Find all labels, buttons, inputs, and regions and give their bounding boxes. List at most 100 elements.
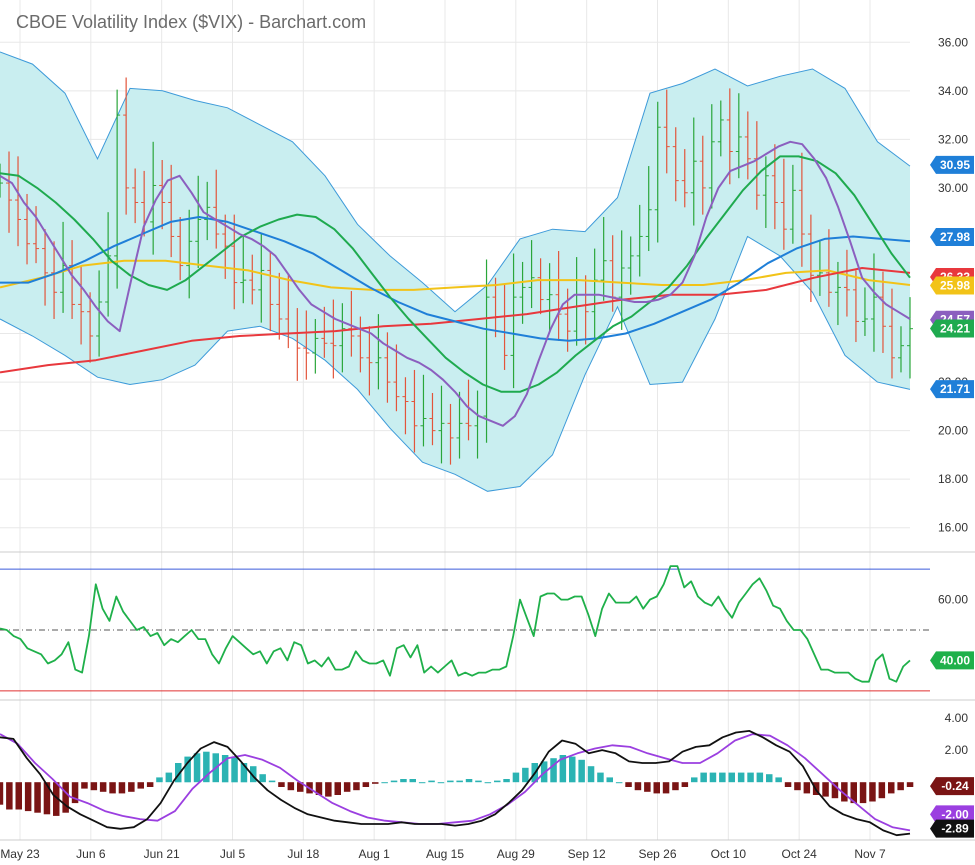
date-tick-label: Aug 29 xyxy=(497,847,535,861)
chart-title: CBOE Volatility Index ($VIX) - Barchart.… xyxy=(16,12,366,32)
price-badge-text: 25.98 xyxy=(940,278,970,292)
rsi-badge-text: 40.00 xyxy=(940,653,970,667)
macd-histogram-bar xyxy=(803,782,811,794)
macd-badge-text: -2.00 xyxy=(941,807,969,821)
macd-histogram-bar xyxy=(456,780,463,783)
macd-histogram-bar xyxy=(569,756,576,783)
price-badge-text: 24.21 xyxy=(940,321,970,335)
macd-histogram-bar xyxy=(888,782,895,794)
macd-histogram-bar xyxy=(390,780,398,783)
macd-value-badge: -0.24 xyxy=(930,777,974,796)
date-tick-label: Oct 24 xyxy=(781,847,817,861)
macd-histogram-bar xyxy=(878,782,886,799)
chart-container: 36.0034.0032.0030.0028.0026.0024.0022.00… xyxy=(0,0,975,865)
macd-tick-label: 4.00 xyxy=(945,711,969,725)
macd-histogram-bar xyxy=(231,756,238,783)
macd-histogram-bar xyxy=(372,782,379,784)
price-value-badge: 30.95 xyxy=(930,155,974,174)
macd-histogram-bar xyxy=(437,782,445,784)
macd-histogram-bar xyxy=(691,777,698,783)
price-tick-label: 18.00 xyxy=(938,472,968,486)
macd-histogram-bar xyxy=(400,779,407,783)
macd-histogram-bar xyxy=(737,772,745,783)
price-value-badge: 25.98 xyxy=(930,276,974,295)
macd-histogram-bar xyxy=(24,782,32,812)
date-tick-label: Jun 6 xyxy=(76,847,106,861)
macd-histogram-bar xyxy=(6,782,13,810)
price-badge-text: 30.95 xyxy=(940,158,970,172)
macd-tick-label: 2.00 xyxy=(945,743,969,757)
price-tick-label: 36.00 xyxy=(938,35,968,49)
price-tick-label: 34.00 xyxy=(938,84,968,98)
macd-histogram-bar xyxy=(522,767,529,783)
macd-histogram-bar xyxy=(709,772,717,783)
macd-histogram-bar xyxy=(869,782,876,802)
macd-histogram-bar xyxy=(784,782,792,787)
macd-histogram-bar xyxy=(606,777,613,783)
macd-histogram-bar xyxy=(118,782,126,794)
macd-histogram-bar xyxy=(719,772,726,783)
macd-histogram-bar xyxy=(494,780,501,783)
date-tick-label: Aug 15 xyxy=(426,847,464,861)
rsi-value-badge: 40.00 xyxy=(930,651,974,670)
macd-histogram-bar xyxy=(325,782,332,797)
macd-histogram-bar xyxy=(475,780,482,783)
price-tick-label: 16.00 xyxy=(938,521,968,535)
macd-histogram-bar xyxy=(644,782,651,792)
date-tick-label: Sep 26 xyxy=(638,847,676,861)
macd-histogram-bar xyxy=(756,772,764,783)
macd-histogram-bar xyxy=(747,772,754,783)
macd-histogram-bar xyxy=(0,782,4,805)
macd-histogram-bar xyxy=(99,782,107,792)
macd-histogram-bar xyxy=(381,782,388,784)
macd-histogram-bar xyxy=(634,782,642,791)
macd-histogram-bar xyxy=(662,782,670,794)
macd-histogram-bar xyxy=(906,782,914,787)
date-tick-label: Jun 21 xyxy=(144,847,180,861)
macd-histogram-bar xyxy=(503,779,510,783)
macd-histogram-bar xyxy=(418,782,426,784)
macd-histogram-bar xyxy=(128,782,135,792)
macd-histogram-bar xyxy=(550,758,557,783)
macd-badge-text: -0.24 xyxy=(941,779,969,793)
macd-histogram-bar xyxy=(672,782,679,791)
macd-histogram-bar xyxy=(681,782,689,787)
macd-histogram-bar xyxy=(775,777,782,783)
macd-histogram-bar xyxy=(137,782,144,789)
macd-histogram-bar xyxy=(259,774,266,783)
price-badge-text: 21.71 xyxy=(940,382,970,396)
date-tick-label: Oct 10 xyxy=(711,847,747,861)
rsi-tick-label: 60.00 xyxy=(938,593,968,607)
macd-histogram-bar xyxy=(512,772,520,783)
macd-histogram-bar xyxy=(428,780,435,783)
macd-histogram-bar xyxy=(15,782,22,810)
macd-histogram-bar xyxy=(334,782,341,795)
macd-histogram-bar xyxy=(653,782,660,794)
price-badge-text: 27.98 xyxy=(940,230,970,244)
macd-histogram-bar xyxy=(193,753,201,783)
macd-histogram-bar xyxy=(90,782,98,791)
macd-histogram-bar xyxy=(146,782,154,787)
date-tick-label: Jul 5 xyxy=(220,847,246,861)
macd-histogram-bar xyxy=(465,779,473,783)
macd-histogram-bar xyxy=(700,772,707,783)
macd-histogram-bar xyxy=(597,772,604,783)
macd-histogram-bar xyxy=(109,782,116,794)
macd-histogram-bar xyxy=(156,777,163,783)
macd-histogram-bar xyxy=(897,782,904,791)
macd-histogram-bar xyxy=(81,782,88,789)
macd-histogram-bar xyxy=(794,782,801,791)
price-value-badge: 24.21 xyxy=(930,319,974,338)
macd-histogram-bar xyxy=(62,782,69,813)
price-tick-label: 30.00 xyxy=(938,181,968,195)
date-tick-label: May 23 xyxy=(0,847,40,861)
macd-histogram-bar xyxy=(766,774,773,783)
macd-histogram-bar xyxy=(728,772,735,783)
price-value-badge: 21.71 xyxy=(930,380,974,399)
macd-histogram-bar xyxy=(447,780,454,783)
date-tick-label: Nov 7 xyxy=(854,847,886,861)
macd-value-badge: -2.89 xyxy=(930,819,974,838)
price-value-badge: 27.98 xyxy=(930,227,974,246)
chart-svg: 36.0034.0032.0030.0028.0026.0024.0022.00… xyxy=(0,0,975,865)
date-tick-label: Aug 1 xyxy=(358,847,390,861)
